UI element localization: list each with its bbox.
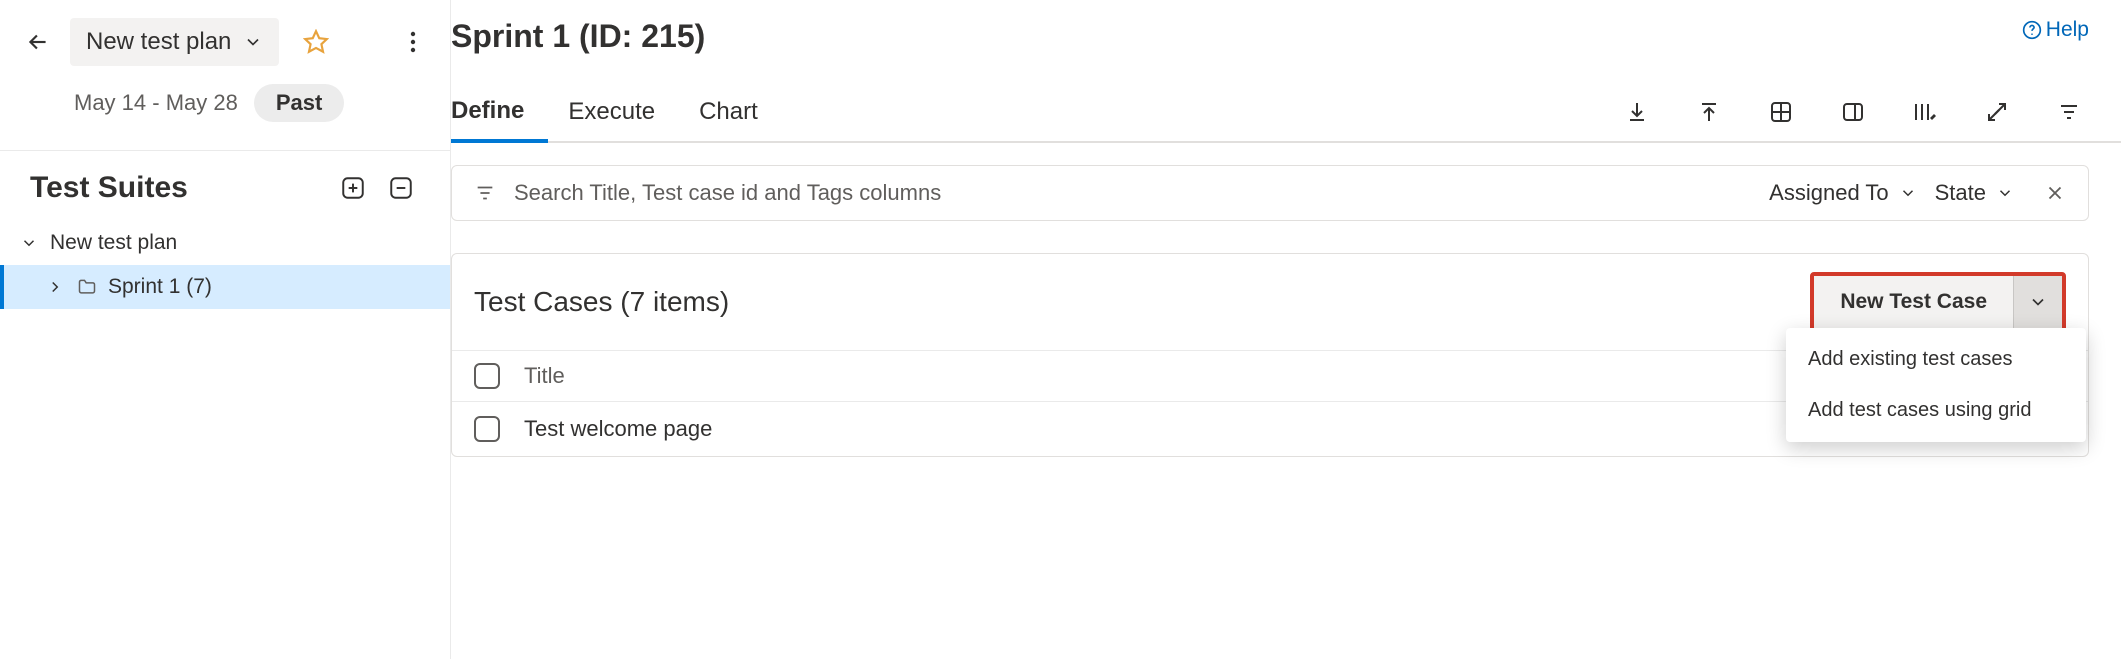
tabs-bar: Define Execute Chart xyxy=(451,83,2121,143)
chevron-right-icon xyxy=(44,278,66,296)
export-up-icon[interactable] xyxy=(1695,98,1723,126)
row-checkbox[interactable] xyxy=(474,416,500,442)
test-suites-heading: Test Suites xyxy=(30,171,324,205)
columns-edit-icon[interactable] xyxy=(1911,98,1939,126)
row-title: Test welcome page xyxy=(524,416,1826,442)
suite-tree: New test plan Sprint 1 (7) xyxy=(0,217,450,313)
chevron-down-icon xyxy=(243,32,263,52)
test-plan-selector[interactable]: New test plan xyxy=(70,18,279,66)
fullscreen-icon[interactable] xyxy=(1983,98,2011,126)
tab-chart[interactable]: Chart xyxy=(699,84,782,140)
clear-filters-icon[interactable] xyxy=(2044,182,2066,204)
search-placeholder: Search Title, Test case id and Tags colu… xyxy=(514,180,941,206)
tree-root-label: New test plan xyxy=(50,231,177,255)
search-input[interactable]: Search Title, Test case id and Tags colu… xyxy=(474,180,1751,206)
new-test-case-dropdown-toggle[interactable] xyxy=(2014,276,2062,328)
tree-root-item[interactable]: New test plan xyxy=(0,221,450,265)
help-icon xyxy=(2022,20,2042,40)
collapse-suite-icon[interactable] xyxy=(382,169,420,207)
plan-name-label: New test plan xyxy=(86,28,231,56)
menu-add-grid[interactable]: Add test cases using grid xyxy=(1786,385,2086,436)
grid-view-icon[interactable] xyxy=(1767,98,1795,126)
tree-child-label: Sprint 1 (7) xyxy=(108,275,212,299)
chevron-down-icon xyxy=(2028,292,2048,312)
chevron-down-icon xyxy=(18,234,40,252)
export-down-icon[interactable] xyxy=(1623,98,1651,126)
favorite-star-icon[interactable] xyxy=(299,25,333,59)
split-view-icon[interactable] xyxy=(1839,98,1867,126)
page-title: Sprint 1 (ID: 215) xyxy=(451,18,705,55)
new-test-case-button[interactable]: New Test Case xyxy=(1814,276,2014,328)
filter-assigned-to[interactable]: Assigned To xyxy=(1769,180,1916,206)
new-test-case-split-button: New Test Case xyxy=(1810,272,2066,332)
folder-icon xyxy=(76,277,98,297)
iteration-date-range: May 14 - May 28 xyxy=(74,90,238,116)
menu-add-existing[interactable]: Add existing test cases xyxy=(1786,334,2086,385)
tree-child-item[interactable]: Sprint 1 (7) xyxy=(0,265,450,309)
test-cases-panel: Test Cases (7 items) New Test Case Add e… xyxy=(451,253,2089,457)
new-test-case-menu: Add existing test cases Add test cases u… xyxy=(1786,328,2086,442)
help-link[interactable]: Help xyxy=(2022,18,2089,42)
tab-define[interactable]: Define xyxy=(451,83,548,143)
chevron-down-icon xyxy=(1996,184,2014,202)
chevron-down-icon xyxy=(1899,184,1917,202)
select-all-checkbox[interactable] xyxy=(474,363,500,389)
add-suite-icon[interactable] xyxy=(334,169,372,207)
main-content: Sprint 1 (ID: 215) Help Define Execute C… xyxy=(451,0,2121,659)
help-label: Help xyxy=(2046,18,2089,42)
test-cases-heading: Test Cases (7 items) xyxy=(474,286,729,318)
filter-state[interactable]: State xyxy=(1935,180,2014,206)
iteration-status-badge: Past xyxy=(254,84,344,122)
search-filter-bar: Search Title, Test case id and Tags colu… xyxy=(451,165,2089,221)
column-title[interactable]: Title xyxy=(524,363,1826,389)
filter-lines-icon xyxy=(474,182,496,204)
more-options-icon[interactable] xyxy=(396,25,430,59)
back-arrow-icon[interactable] xyxy=(20,24,56,60)
filter-icon[interactable] xyxy=(2055,98,2083,126)
sidebar: New test plan May 14 - May 28 Past Test … xyxy=(0,0,451,659)
tab-execute[interactable]: Execute xyxy=(568,84,679,140)
